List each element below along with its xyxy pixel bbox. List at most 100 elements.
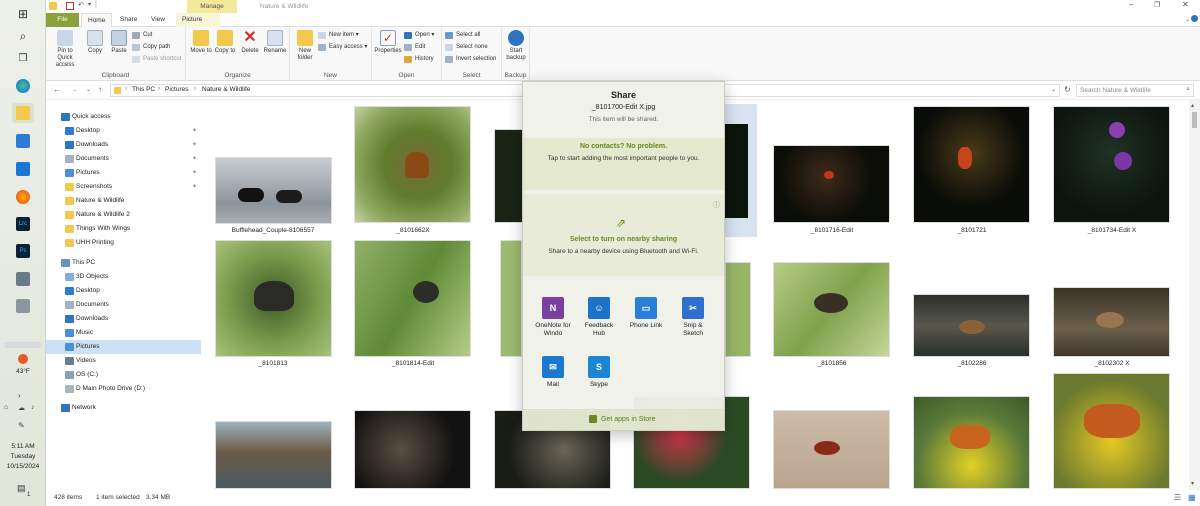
nav-pc-3d-objects[interactable]: 3D Objects xyxy=(46,270,201,284)
nav-qa-desktop[interactable]: Desktop ✦ xyxy=(46,124,201,138)
new-folder-button[interactable]: New folder xyxy=(294,30,316,62)
search-button[interactable]: ⌕ xyxy=(12,26,34,46)
thumbnail[interactable] xyxy=(914,397,1029,488)
nav-this-pc[interactable]: This PC xyxy=(46,256,201,270)
nav-qa-nature[interactable]: Nature & Wildlife xyxy=(46,194,201,208)
taskbar-firefox[interactable] xyxy=(12,187,34,207)
thumbnail[interactable] xyxy=(1054,107,1169,222)
new-item-button[interactable]: New item ▾ xyxy=(318,30,359,40)
maximize-button[interactable]: ❐ xyxy=(1154,1,1160,9)
cut-button[interactable]: Cut xyxy=(132,30,152,40)
select-none-button[interactable]: Select none xyxy=(445,42,488,52)
nav-pc-d-drive[interactable]: D Main Photo Drive (D:) xyxy=(46,382,201,396)
file-name[interactable]: _8102302 X xyxy=(1042,360,1182,367)
onedrive-tray-icon[interactable]: ☁ xyxy=(18,404,25,412)
nav-quick-access[interactable]: Quick access xyxy=(46,110,201,124)
thumbnail[interactable] xyxy=(501,241,521,356)
clock-time[interactable]: 5:11 AM xyxy=(0,443,46,450)
file-name[interactable]: _8101716-Edit xyxy=(762,227,902,234)
check-icon[interactable] xyxy=(66,2,74,10)
thumbnail[interactable] xyxy=(726,263,750,356)
move-to-button[interactable]: Move to xyxy=(190,30,212,55)
nav-qa-screenshots[interactable]: Screenshots ✦ xyxy=(46,180,201,194)
nav-qa-things-with-wings[interactable]: Things With Wings xyxy=(46,222,201,236)
nav-qa-downloads[interactable]: Downloads ✦ xyxy=(46,138,201,152)
thumbnail[interactable] xyxy=(914,295,1029,356)
pen-icon[interactable]: ✎ xyxy=(18,421,25,430)
recent-locations-icon[interactable]: ⌄ xyxy=(86,86,91,93)
file-name[interactable]: _8102286 xyxy=(902,360,1042,367)
nav-pc-videos[interactable]: Videos xyxy=(46,354,201,368)
crumb-this-pc[interactable]: This PC xyxy=(132,86,155,93)
tab-view[interactable]: View xyxy=(145,13,171,27)
search-box[interactable]: Search Nature & Wildlife ⌕ xyxy=(1076,84,1194,97)
easy-access-button[interactable]: Easy access ▾ xyxy=(318,42,367,52)
start-backup-button[interactable]: Start backup xyxy=(505,30,527,62)
file-name[interactable]: _8101662X xyxy=(343,227,483,234)
nav-pc-downloads[interactable]: Downloads xyxy=(46,312,201,326)
clock-date[interactable]: 10/15/2024 xyxy=(0,463,46,470)
thumbnail[interactable] xyxy=(774,146,889,222)
nav-qa-pictures[interactable]: Pictures ✦ xyxy=(46,166,201,180)
thumbnail[interactable] xyxy=(774,411,889,488)
edit-button[interactable]: Edit xyxy=(404,42,425,52)
copy-path-button[interactable]: Copy path xyxy=(132,42,170,52)
taskbar-lightroom[interactable]: Lrc xyxy=(12,214,34,234)
share-app-phone-link[interactable]: ▭ Phone Link xyxy=(626,297,666,330)
weather-temp[interactable]: 43°F xyxy=(0,368,46,375)
rename-button[interactable]: Rename xyxy=(263,30,287,55)
copy-button[interactable]: Copy xyxy=(84,30,106,55)
thumbnail[interactable] xyxy=(216,241,331,356)
contacts-panel[interactable]: No contacts? No problem. Tap to start ad… xyxy=(523,138,724,190)
thumbnail[interactable] xyxy=(495,130,525,222)
file-name[interactable]: _8101721 xyxy=(902,227,1042,234)
thumbnail[interactable] xyxy=(216,422,331,488)
refresh-icon[interactable]: ↻ xyxy=(1064,85,1071,94)
back-arrow-icon[interactable]: ← xyxy=(53,85,61,94)
nav-pc-music[interactable]: Music xyxy=(46,326,201,340)
file-name[interactable]: _8101856 xyxy=(762,360,902,367)
pin-icon[interactable]: ✦ xyxy=(192,166,197,180)
vertical-scrollbar[interactable]: ▴ ▾ xyxy=(1189,100,1200,490)
pin-icon[interactable]: ✦ xyxy=(192,124,197,138)
share-app-snip-sketch[interactable]: ✂ Snip & Sketch xyxy=(673,297,713,338)
nav-pc-os-c[interactable]: OS (C:) xyxy=(46,368,201,382)
taskbar-photoshop[interactable]: Ps xyxy=(12,241,34,261)
close-button[interactable]: ✕ xyxy=(1182,0,1189,9)
thumbnail[interactable] xyxy=(774,263,889,356)
nav-pc-documents[interactable]: Documents xyxy=(46,298,201,312)
nav-pc-pictures[interactable]: Pictures xyxy=(46,340,201,354)
scroll-up-icon[interactable]: ▴ xyxy=(1191,102,1194,109)
tab-home[interactable]: Home xyxy=(81,13,113,27)
pin-icon[interactable]: ✦ xyxy=(192,152,197,166)
invert-selection-button[interactable]: Invert selection xyxy=(445,54,496,64)
thumbnail[interactable] xyxy=(914,107,1029,222)
nav-network[interactable]: Network xyxy=(46,401,201,415)
delete-button[interactable]: ✕ Delete xyxy=(239,30,261,55)
share-app-feedback-hub[interactable]: ☺ Feedback Hub xyxy=(579,297,619,338)
select-all-button[interactable]: Select all xyxy=(445,30,480,40)
thumbnail[interactable] xyxy=(355,411,470,488)
volume-icon[interactable]: ♪ xyxy=(31,404,35,411)
share-app-skype[interactable]: S Skype xyxy=(579,356,619,389)
history-button[interactable]: History xyxy=(404,54,434,64)
thumbnail[interactable] xyxy=(355,107,470,222)
file-name[interactable]: _8101813 xyxy=(203,360,343,367)
help-icon[interactable] xyxy=(1191,15,1198,22)
ribbon-expand-icon[interactable]: ⌄ xyxy=(1185,16,1190,23)
forward-arrow-icon[interactable]: → xyxy=(70,85,78,94)
nav-qa-documents[interactable]: Documents ✦ xyxy=(46,152,201,166)
taskbar-mail[interactable] xyxy=(12,159,34,179)
taskbar-app[interactable] xyxy=(12,269,34,289)
taskbar-file-explorer[interactable] xyxy=(12,103,34,123)
taskbar-edge[interactable] xyxy=(12,76,34,96)
pin-icon[interactable]: ✦ xyxy=(192,138,197,152)
copy-to-button[interactable]: Copy to xyxy=(214,30,236,55)
thumbnail[interactable] xyxy=(1054,288,1169,356)
tab-share[interactable]: Share xyxy=(114,13,143,27)
nearby-sharing-panel[interactable]: ⇗ Select to turn on nearby sharing Share… xyxy=(523,194,724,276)
address-dropdown-icon[interactable]: ⌄ xyxy=(1051,86,1056,93)
nav-qa-nature-2[interactable]: Nature & Wildlife 2 xyxy=(46,208,201,222)
manage-context-tab[interactable]: Manage xyxy=(187,0,237,13)
minimize-button[interactable]: – xyxy=(1129,0,1133,9)
